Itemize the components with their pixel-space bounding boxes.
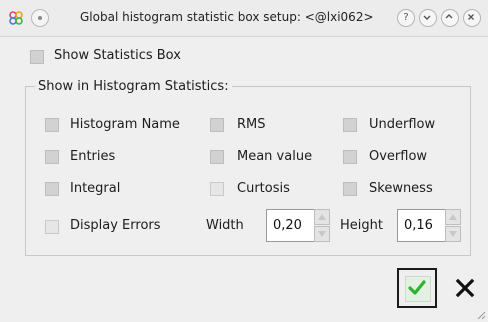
x-icon bbox=[455, 278, 475, 298]
minimize-button[interactable] bbox=[419, 9, 437, 27]
cancel-button[interactable] bbox=[447, 270, 483, 306]
rms-label: RMS bbox=[237, 117, 266, 132]
window-menu-button[interactable] bbox=[31, 9, 49, 27]
chevron-down-icon bbox=[423, 15, 431, 20]
underflow-checkbox[interactable] bbox=[343, 118, 357, 132]
help-button[interactable]: ? bbox=[397, 9, 415, 27]
height-label: Height bbox=[340, 218, 383, 233]
app-icon bbox=[9, 11, 23, 25]
show-statistics-checkbox[interactable] bbox=[30, 50, 44, 64]
mean-value-label: Mean value bbox=[237, 149, 313, 164]
ok-button[interactable] bbox=[397, 268, 437, 308]
entries-label: Entries bbox=[70, 149, 116, 164]
show-statistics-label: Show Statistics Box bbox=[54, 48, 181, 63]
height-value: 0,16 bbox=[404, 218, 433, 233]
width-spinbox[interactable]: 0,20 bbox=[266, 209, 330, 242]
height-increment-button[interactable] bbox=[445, 209, 461, 225]
width-increment-button[interactable] bbox=[314, 209, 330, 225]
entries-checkbox[interactable] bbox=[45, 150, 59, 164]
resize-grip-icon[interactable] bbox=[474, 308, 486, 320]
width-label: Width bbox=[206, 218, 244, 233]
close-icon bbox=[468, 14, 474, 20]
chevron-up-icon bbox=[445, 14, 453, 19]
height-field[interactable]: 0,16 bbox=[397, 209, 445, 242]
skewness-label: Skewness bbox=[369, 181, 433, 196]
height-decrement-button[interactable] bbox=[445, 226, 461, 242]
display-errors-label: Display Errors bbox=[70, 218, 161, 233]
width-field[interactable]: 0,20 bbox=[266, 209, 314, 242]
height-spinbox[interactable]: 0,16 bbox=[397, 209, 461, 242]
overflow-label: Overflow bbox=[369, 149, 428, 164]
title-bar: Global histogram statistic box setup: <@… bbox=[0, 0, 488, 37]
rms-checkbox[interactable] bbox=[210, 118, 224, 132]
display-errors-checkbox[interactable] bbox=[45, 220, 59, 234]
window-title: Global histogram statistic box setup: <@… bbox=[80, 10, 374, 24]
maximize-button[interactable] bbox=[441, 9, 459, 27]
overflow-checkbox[interactable] bbox=[343, 150, 357, 164]
integral-checkbox[interactable] bbox=[45, 182, 59, 196]
width-decrement-button[interactable] bbox=[314, 226, 330, 242]
ok-button-face bbox=[405, 276, 431, 302]
integral-label: Integral bbox=[70, 181, 121, 196]
skewness-checkbox[interactable] bbox=[343, 182, 357, 196]
close-button[interactable] bbox=[463, 9, 481, 27]
width-value: 0,20 bbox=[273, 218, 302, 233]
group-title: Show in Histogram Statistics: bbox=[35, 79, 232, 94]
mean-value-checkbox[interactable] bbox=[210, 150, 224, 164]
question-mark-icon: ? bbox=[403, 12, 409, 23]
curtosis-label: Curtosis bbox=[237, 181, 290, 196]
underflow-label: Underflow bbox=[369, 117, 436, 132]
checkmark-icon bbox=[408, 280, 426, 295]
histogram-name-checkbox[interactable] bbox=[45, 118, 59, 132]
curtosis-checkbox[interactable] bbox=[210, 182, 224, 196]
histogram-name-label: Histogram Name bbox=[70, 117, 180, 132]
